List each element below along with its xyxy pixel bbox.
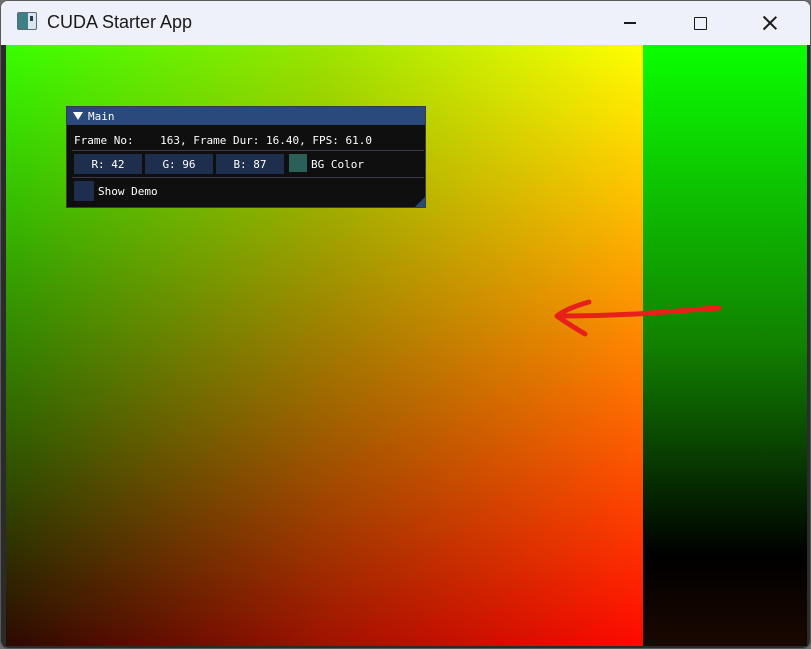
minimize-button[interactable] — [595, 1, 665, 45]
show-demo-label: Show Demo — [98, 185, 158, 198]
minimize-icon — [624, 22, 636, 24]
maximize-icon — [693, 16, 707, 30]
window-title: CUDA Starter App — [47, 12, 193, 32]
app-window: CUDA Starter App Main Frame No: 163, Fra… — [0, 0, 811, 649]
imgui-title: Main — [88, 109, 115, 123]
render-canvas-side-strip — [643, 45, 807, 646]
r-input[interactable]: R: 42 — [74, 154, 142, 174]
close-icon — [762, 15, 778, 31]
resize-grip[interactable] — [415, 197, 425, 207]
show-demo-checkbox[interactable] — [74, 181, 94, 201]
app-icon — [17, 12, 37, 30]
imgui-main-window[interactable]: Main Frame No: 163, Frame Dur: 16.40, FP… — [66, 106, 426, 208]
title-bar[interactable]: CUDA Starter App — [1, 1, 810, 45]
g-input[interactable]: G: 96 — [145, 154, 213, 174]
bg-color-swatch[interactable] — [289, 154, 307, 172]
imgui-title-bar[interactable]: Main — [67, 107, 425, 125]
maximize-button[interactable] — [665, 1, 735, 45]
bg-color-label: BG Color — [311, 158, 364, 171]
close-button[interactable] — [735, 1, 805, 45]
frame-stats-text: Frame No: 163, Frame Dur: 16.40, FPS: 61… — [74, 134, 373, 147]
b-input[interactable]: B: 87 — [216, 154, 284, 174]
red-arrow-annotation — [554, 299, 722, 337]
collapse-triangle-icon[interactable] — [73, 112, 83, 120]
